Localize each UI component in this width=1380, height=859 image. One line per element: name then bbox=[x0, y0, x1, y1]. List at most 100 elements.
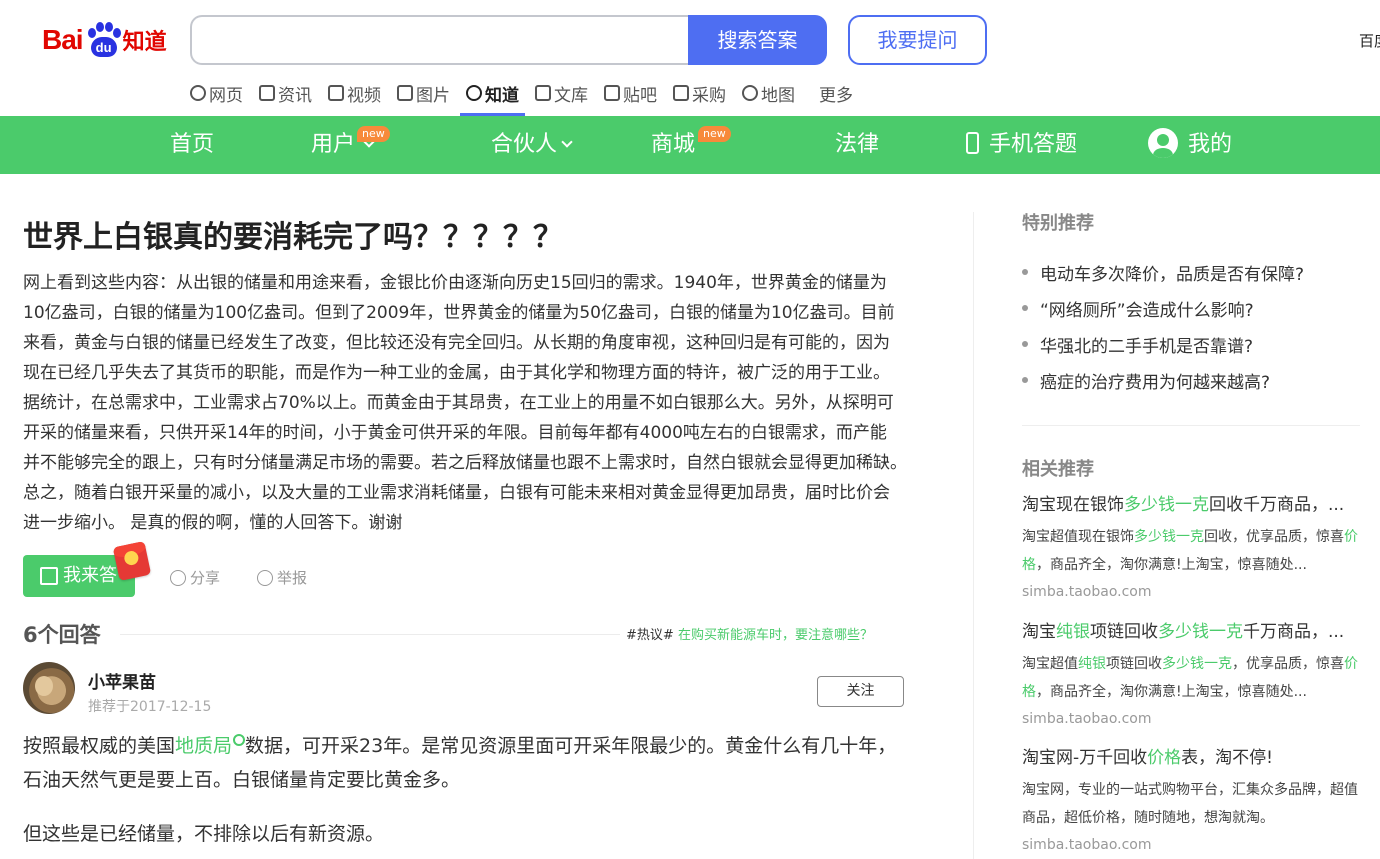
video-icon bbox=[328, 85, 344, 101]
answer-user-name[interactable]: 小苹果苗 bbox=[88, 668, 156, 693]
logo-du-text: du bbox=[90, 37, 117, 57]
header: Bai du 知道 搜索答案 我要提问 百度 网页 资讯 视频 图片 bbox=[0, 0, 1380, 116]
search-icon[interactable] bbox=[233, 734, 246, 746]
hot-topic-link[interactable]: #热议# 在购买新能源车时，要注意哪些？ bbox=[626, 624, 873, 643]
ad-item[interactable]: 淘宝现在银饰多少钱一克回收千万商品，... 淘宝超值现在银饰多少钱一克回收，优享… bbox=[1022, 491, 1360, 603]
subnav-item-map[interactable]: 地图 bbox=[742, 78, 795, 108]
report-button[interactable]: 举报 bbox=[257, 567, 307, 588]
nav-law[interactable]: 法律 bbox=[835, 116, 879, 174]
ad-item[interactable]: 淘宝纯银项链回收多少钱一克千万商品，... 淘宝超值纯银项链回收多少钱一克，优享… bbox=[1022, 618, 1360, 730]
nav-mall[interactable]: 商城 bbox=[651, 116, 695, 174]
ad-url: simba.taobao.com bbox=[1022, 711, 1152, 727]
news-icon bbox=[259, 85, 275, 101]
list-item[interactable]: “网络厕所”会造成什么影响? bbox=[1022, 290, 1304, 326]
hot-topic-text: 在购买新能源车时，要注意哪些？ bbox=[677, 628, 873, 643]
nav-user-label: 用户 bbox=[311, 132, 356, 157]
subnav-item-image[interactable]: 图片 bbox=[397, 78, 450, 108]
bag-icon bbox=[673, 85, 689, 101]
hot-topic-prefix: #热议# bbox=[626, 628, 674, 643]
ad-url: simba.taobao.com bbox=[1022, 584, 1152, 600]
main-nav-bar: 首页 用户 new 合伙人 商城 new 法律 手机答题 我的 bbox=[0, 116, 1380, 174]
subnav-item-zhidao[interactable]: 知道 bbox=[460, 78, 525, 116]
nav-mobile[interactable]: 手机答题 bbox=[966, 116, 1077, 174]
search-input[interactable] bbox=[192, 17, 688, 63]
special-recommend-list: 电动车多次降价，品质是否有保障? “网络厕所”会造成什么影响? 华强北的二手手机… bbox=[1022, 254, 1304, 398]
answer-button-label: 我来答 bbox=[63, 565, 117, 586]
list-item-text: “网络厕所”会造成什么影响? bbox=[1040, 300, 1254, 321]
subnav-item-more[interactable]: 更多 bbox=[819, 78, 853, 108]
report-label: 举报 bbox=[277, 569, 308, 587]
subnav-label: 视频 bbox=[347, 85, 381, 106]
ad-url: simba.taobao.com bbox=[1022, 837, 1152, 853]
edit-icon bbox=[40, 567, 58, 585]
nav-mine[interactable]: 我的 bbox=[1148, 116, 1232, 174]
chevron-down-icon bbox=[561, 136, 573, 148]
nav-user[interactable]: 用户 bbox=[311, 116, 375, 174]
list-item[interactable]: 癌症的治疗费用为何越来越高? bbox=[1022, 362, 1304, 398]
question-icon bbox=[466, 85, 482, 101]
list-item[interactable]: 华强北的二手手机是否靠谱? bbox=[1022, 326, 1304, 362]
red-envelope-icon bbox=[112, 541, 152, 581]
subnav-item-tieba[interactable]: 贴吧 bbox=[604, 78, 657, 108]
subnav-item-wenku[interactable]: 文库 bbox=[535, 78, 588, 108]
subnav-label: 知道 bbox=[485, 85, 519, 106]
map-icon bbox=[742, 85, 758, 101]
ad-title[interactable]: 淘宝现在银饰多少钱一克回收千万商品，... bbox=[1022, 491, 1360, 519]
subnav-label: 贴吧 bbox=[623, 85, 657, 106]
subnav-item-news[interactable]: 资讯 bbox=[259, 78, 312, 108]
column-divider bbox=[973, 212, 974, 859]
question-body: 网上看到这些内容：从出银的储量和用途来看，金银比价由逐渐向历史15回归的需求。1… bbox=[23, 273, 916, 533]
answer-date: 推荐于2017-12-15 bbox=[88, 699, 212, 715]
ad-description: 淘宝超值现在银饰多少钱一克回收，优享品质，惊喜价格，商品齐全，淘你满意!上淘宝，… bbox=[1022, 529, 1358, 573]
paw-icon: du bbox=[85, 22, 121, 58]
follow-button[interactable]: 关注 bbox=[817, 676, 904, 707]
search-answer-button[interactable]: 搜索答案 bbox=[688, 15, 827, 65]
search-box bbox=[190, 15, 688, 65]
subnav-item-purchase[interactable]: 采购 bbox=[673, 78, 726, 108]
list-item[interactable]: 电动车多次降价，品质是否有保障? bbox=[1022, 254, 1304, 290]
subnav-label: 文库 bbox=[554, 85, 588, 106]
doc-icon bbox=[535, 85, 551, 101]
new-badge: new bbox=[357, 126, 390, 142]
ad-title[interactable]: 淘宝网-万千回收价格表，淘不停! bbox=[1022, 744, 1360, 772]
logo-zhidao-text: 知道 bbox=[122, 30, 167, 55]
ad-title[interactable]: 淘宝纯银项链回收多少钱一克千万商品，... bbox=[1022, 618, 1360, 646]
report-icon bbox=[257, 569, 273, 586]
answer-paragraph: 但这些是已经储量，不排除以后有新资源。 bbox=[23, 823, 385, 845]
ad-description: 淘宝网，专业的一站式购物平台，汇集众多品牌，超值商品，超低价格，随时随地，想淘就… bbox=[1022, 782, 1358, 826]
ad-item[interactable]: 淘宝网-万千回收价格表，淘不停! 淘宝网，专业的一站式购物平台，汇集众多品牌，超… bbox=[1022, 744, 1360, 856]
subnav-label: 网页 bbox=[209, 85, 243, 106]
subnav-label: 图片 bbox=[416, 85, 450, 106]
nav-partner[interactable]: 合伙人 bbox=[491, 116, 573, 174]
divider bbox=[1022, 425, 1360, 426]
search-icon bbox=[190, 85, 206, 101]
nav-partner-label: 合伙人 bbox=[491, 132, 558, 157]
image-icon bbox=[397, 85, 413, 101]
answer-count: 6个回答 bbox=[23, 623, 101, 647]
subnav-item-video[interactable]: 视频 bbox=[328, 78, 381, 108]
subnav-label: 资讯 bbox=[278, 85, 312, 106]
list-item-text: 电动车多次降价，品质是否有保障? bbox=[1040, 264, 1305, 285]
baidu-home-link[interactable]: 百度 bbox=[1359, 30, 1380, 51]
ask-question-button[interactable]: 我要提问 bbox=[848, 15, 987, 65]
logo-bai-text: Bai bbox=[42, 24, 84, 55]
share-label: 分享 bbox=[190, 569, 221, 587]
avatar[interactable] bbox=[23, 662, 75, 714]
special-recommend-title: 特别推荐 bbox=[1022, 213, 1094, 234]
nav-mine-label: 我的 bbox=[1188, 132, 1233, 157]
ad-description: 淘宝超值纯银项链回收多少钱一克，优享品质，惊喜价格，商品齐全，淘你满意!上淘宝，… bbox=[1022, 656, 1358, 700]
nav-home[interactable]: 首页 bbox=[170, 116, 214, 174]
nav-mobile-label: 手机答题 bbox=[989, 132, 1078, 157]
geological-survey-link[interactable]: 地质局 bbox=[175, 735, 232, 757]
share-button[interactable]: 分享 bbox=[170, 567, 220, 588]
tieba-icon bbox=[604, 85, 620, 101]
subnav-item-web[interactable]: 网页 bbox=[190, 78, 243, 108]
phone-icon bbox=[966, 132, 979, 154]
divider bbox=[120, 634, 620, 635]
related-recommend-title: 相关推荐 bbox=[1022, 459, 1094, 480]
question-title: 世界上白银真的要消耗完了吗？？？？？ bbox=[23, 220, 563, 255]
new-badge: new bbox=[698, 126, 731, 142]
subnav-label: 地图 bbox=[761, 85, 795, 106]
baidu-zhidao-logo[interactable]: Bai du 知道 bbox=[42, 18, 174, 62]
subnav-label: 更多 bbox=[819, 85, 853, 106]
